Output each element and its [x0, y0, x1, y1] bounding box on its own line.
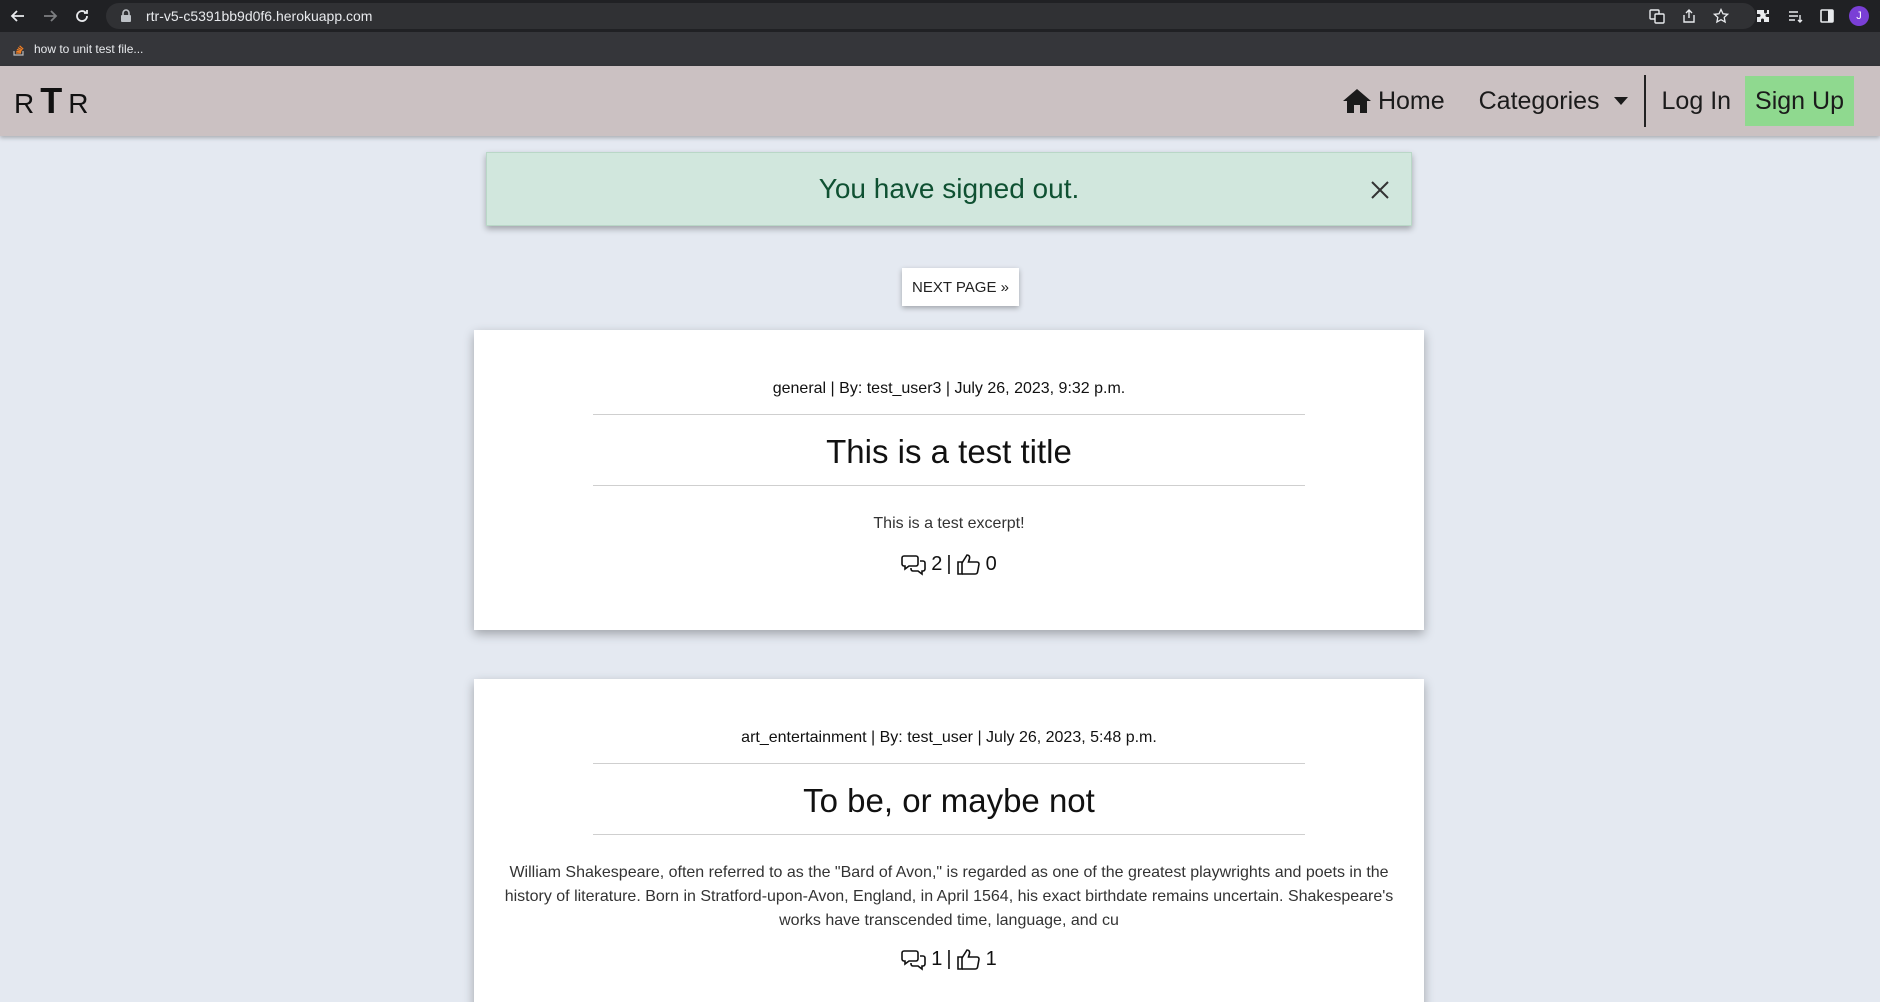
divider: [593, 485, 1305, 486]
divider: [593, 414, 1305, 415]
bookmark-label: how to unit test file...: [34, 42, 144, 56]
nav-categories-dropdown[interactable]: Categories: [1465, 76, 1642, 126]
stats-separator: |: [946, 552, 952, 575]
comment-count: 2: [931, 552, 943, 575]
star-icon[interactable]: [1708, 3, 1734, 29]
post-card[interactable]: art_entertainment | By: test_user | July…: [474, 679, 1424, 1002]
post-title[interactable]: This is a test title: [474, 433, 1424, 471]
comments-icon: [901, 555, 927, 576]
forward-icon[interactable]: [34, 0, 66, 32]
site-logo[interactable]: RTR: [14, 80, 94, 122]
reading-list-icon[interactable]: [1782, 3, 1808, 29]
nav-signup[interactable]: Sign Up: [1745, 76, 1854, 126]
signout-alert: You have signed out.: [486, 152, 1412, 226]
post-title[interactable]: To be, or maybe not: [474, 782, 1424, 820]
like-count: 1: [985, 947, 997, 970]
post-excerpt: William Shakespeare, often referred to a…: [504, 864, 1394, 929]
site-navbar: RTR Home Categories Log In Sign Up: [0, 66, 1880, 136]
like-count: 0: [985, 552, 997, 575]
back-icon[interactable]: [2, 0, 34, 32]
post-excerpt: This is a test excerpt!: [873, 515, 1025, 532]
post-stats: 1 | 1: [474, 947, 1424, 971]
comment-count: 1: [931, 947, 943, 970]
url-text: rtr-v5-c5391bb9d0f6.herokuapp.com: [146, 8, 373, 24]
next-page-button[interactable]: NEXT PAGE »: [902, 268, 1019, 306]
reload-icon[interactable]: [66, 0, 98, 32]
stackoverflow-icon: [13, 45, 24, 56]
divider: [593, 763, 1305, 764]
extensions-icon[interactable]: [1750, 3, 1776, 29]
side-panel-icon[interactable]: [1814, 3, 1840, 29]
nav-login[interactable]: Log In: [1648, 76, 1746, 126]
thumbs-up-icon: [956, 554, 980, 575]
nav-home[interactable]: Home: [1328, 76, 1459, 126]
nav-divider: [1643, 75, 1646, 127]
stats-separator: |: [946, 947, 952, 970]
post-meta: art_entertainment | By: test_user | July…: [741, 729, 1157, 746]
comments-icon: [901, 950, 927, 971]
share-icon[interactable]: [1676, 3, 1702, 29]
bookmarks-bar: how to unit test file...: [0, 32, 1880, 66]
translate-icon[interactable]: [1644, 3, 1670, 29]
caret-down-icon: [1613, 97, 1628, 105]
divider: [593, 834, 1305, 835]
lock-icon: [120, 9, 134, 23]
alert-message: You have signed out.: [818, 173, 1080, 204]
thumbs-up-icon: [956, 949, 980, 970]
bookmark-item[interactable]: how to unit test file...: [12, 42, 143, 56]
address-bar[interactable]: rtr-v5-c5391bb9d0f6.herokuapp.com: [106, 3, 1756, 29]
browser-toolbar: rtr-v5-c5391bb9d0f6.herokuapp.com J: [0, 0, 1880, 32]
post-meta: general | By: test_user3 | July 26, 2023…: [772, 380, 1126, 397]
profile-avatar[interactable]: J: [1846, 3, 1872, 29]
home-icon: [1342, 89, 1371, 113]
close-icon[interactable]: [1369, 179, 1391, 201]
post-card[interactable]: general | By: test_user3 | July 26, 2023…: [474, 330, 1424, 630]
post-stats: 2 | 0: [474, 552, 1424, 576]
